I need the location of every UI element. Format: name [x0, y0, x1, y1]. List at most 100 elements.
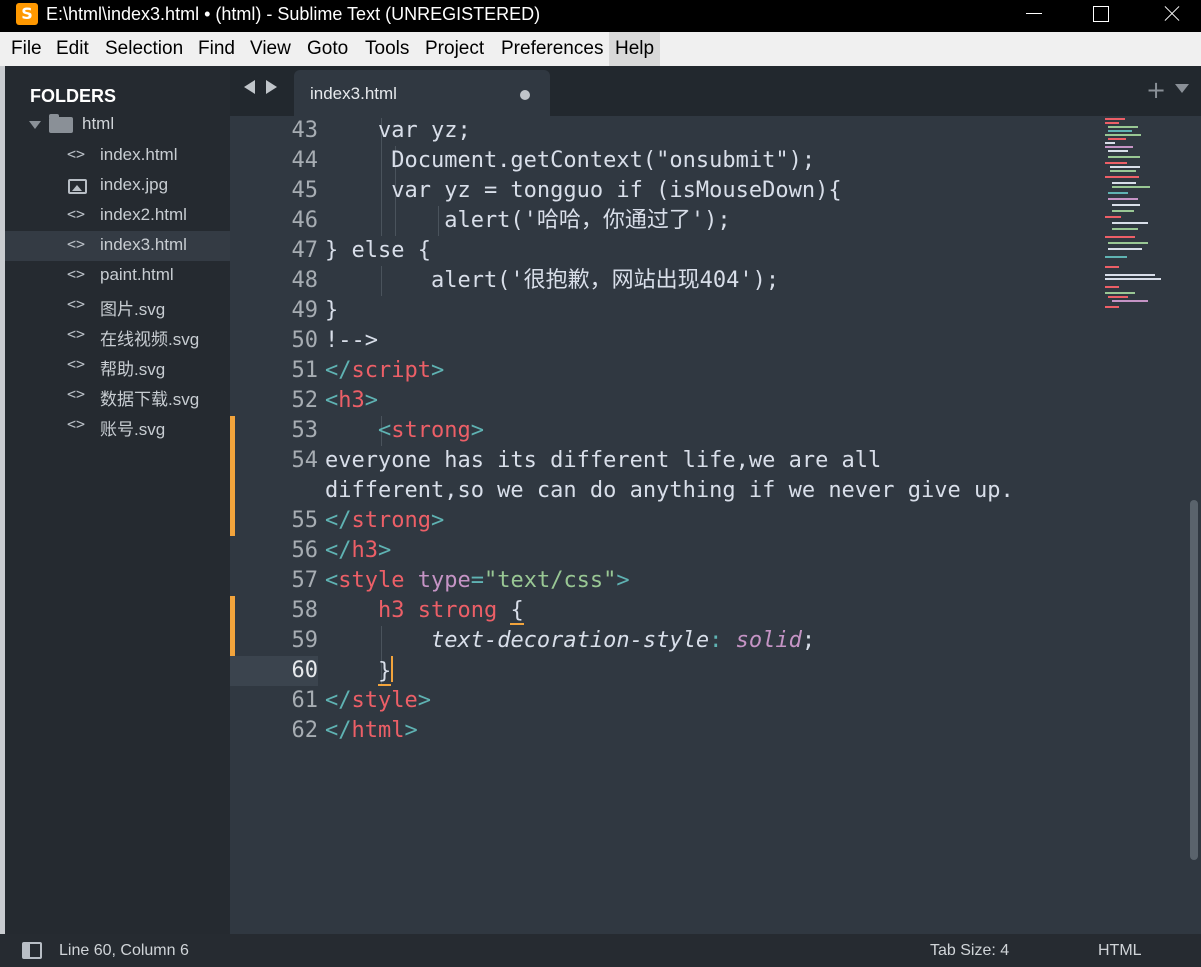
- menu-tools[interactable]: Tools: [365, 32, 409, 66]
- sidebar-file-account-svg[interactable]: <> 账号.svg: [5, 411, 230, 441]
- code-line: 58 h3 strong {: [230, 596, 1188, 626]
- text-caret: [391, 656, 394, 682]
- tab-scroll-left-icon[interactable]: [244, 80, 255, 94]
- cursor-position: Line 60, Column 6: [59, 942, 189, 959]
- sidebar-file-online-video-svg[interactable]: <> 在线视频.svg: [5, 321, 230, 351]
- vertical-scrollbar[interactable]: [1188, 116, 1201, 934]
- window-title: E:\html\index3.html • (html) - Sublime T…: [46, 4, 541, 24]
- menu-selection[interactable]: Selection: [105, 32, 183, 66]
- collapse-arrow-icon[interactable]: [29, 121, 41, 129]
- file-label: index2.html: [100, 205, 187, 224]
- folder-label: html: [82, 114, 115, 133]
- sidebar-file-index-html[interactable]: <> index.html: [5, 141, 230, 171]
- toggle-panel-icon[interactable]: [22, 942, 42, 959]
- code-text: different,so we can do anything if we ne…: [325, 478, 1014, 503]
- menu-find[interactable]: Find: [198, 32, 235, 66]
- line-number: 51: [291, 358, 319, 383]
- new-tab-plus-icon[interactable]: +: [1146, 76, 1166, 104]
- code-line: 47 } else {: [230, 236, 1188, 266]
- tab-scroll-right-icon[interactable]: [266, 80, 277, 94]
- code-text: var yz;: [325, 118, 471, 143]
- code-text: </script>: [325, 358, 445, 383]
- file-label: index3.html: [100, 235, 187, 254]
- code-line: 59 text-decoration-style: solid;: [230, 626, 1188, 656]
- code-file-icon: <>: [67, 325, 86, 343]
- code-line-current: 60 }: [230, 656, 1188, 686]
- file-label: index.jpg: [100, 175, 169, 194]
- sidebar-file-paint-html[interactable]: <> paint.html: [5, 261, 230, 291]
- code-text: <style type="text/css">: [325, 568, 630, 593]
- tab-label: index3.html: [310, 84, 397, 103]
- code-text: h3 strong {: [377, 598, 524, 625]
- line-number: 49: [291, 298, 319, 323]
- code-text: } else {: [325, 238, 431, 263]
- code-file-icon: <>: [67, 265, 86, 283]
- code-line: 45 var yz = tongguo if (isMouseDown){: [230, 176, 1188, 206]
- code-line: 61 </style>: [230, 686, 1188, 716]
- code-file-icon: <>: [67, 235, 86, 253]
- menu-view[interactable]: View: [250, 32, 291, 66]
- code-line: 43 var yz;: [230, 116, 1188, 146]
- unsaved-dot-icon[interactable]: [520, 90, 530, 100]
- code-editor[interactable]: 43 var yz; 44 Document.getContext("onsub…: [230, 116, 1188, 934]
- status-bar: Line 60, Column 6 Tab Size: 4 HTML: [0, 934, 1201, 967]
- tab-size-selector[interactable]: Tab Size: 4: [930, 942, 1009, 960]
- tab-index3-html[interactable]: index3.html: [294, 70, 550, 116]
- sublime-logo-icon: S: [16, 3, 38, 25]
- modified-line-marker: [230, 596, 235, 626]
- modified-line-marker: [230, 506, 235, 536]
- code-text: </style>: [325, 688, 431, 713]
- code-line: 44 Document.getContext("onsubmit");: [230, 146, 1188, 176]
- scrollbar-thumb[interactable]: [1190, 500, 1198, 860]
- sidebar-file-picture-svg[interactable]: <> 图片.svg: [5, 291, 230, 321]
- code-file-icon: <>: [67, 205, 86, 223]
- image-file-icon: [68, 179, 87, 194]
- code-line: 48 alert('很抱歉，网站出现404');: [230, 266, 1188, 296]
- line-number: 48: [291, 268, 319, 293]
- minimap[interactable]: [1100, 116, 1188, 316]
- menu-preferences[interactable]: Preferences: [501, 32, 603, 66]
- code-text: !-->: [325, 328, 378, 353]
- file-label: paint.html: [100, 265, 174, 284]
- folders-header: FOLDERS: [30, 86, 117, 106]
- code-text: alert('哈哈，你通过了');: [325, 208, 731, 233]
- line-number: 43: [291, 118, 319, 143]
- file-label: 账号.svg: [100, 420, 166, 439]
- close-button[interactable]: [1148, 0, 1194, 32]
- line-number: 62: [291, 718, 319, 743]
- sidebar-file-index2-html[interactable]: <> index2.html: [5, 201, 230, 231]
- minimize-button[interactable]: [1010, 0, 1056, 32]
- sidebar-file-index3-html[interactable]: <> index3.html: [5, 231, 230, 261]
- tab-bar: index3.html +: [230, 66, 1201, 116]
- menu-file[interactable]: File: [11, 32, 42, 66]
- modified-line-marker: [230, 446, 235, 476]
- line-number: 61: [291, 688, 319, 713]
- code-text: <h3>: [325, 388, 378, 413]
- code-text: everyone has its different life,we are a…: [325, 448, 882, 473]
- file-label: 图片.svg: [100, 300, 166, 319]
- code-file-icon: <>: [67, 385, 86, 403]
- menu-edit[interactable]: Edit: [56, 32, 89, 66]
- code-text: var yz = tongguo if (isMouseDown){: [325, 178, 842, 203]
- modified-line-marker: [230, 416, 235, 446]
- syntax-selector[interactable]: HTML: [1098, 942, 1142, 960]
- code-text: </h3>: [325, 538, 392, 563]
- folder-icon: [49, 114, 73, 133]
- file-label: index.html: [100, 145, 178, 164]
- line-number: 55: [291, 508, 319, 533]
- menu-project[interactable]: Project: [425, 32, 484, 66]
- maximize-button[interactable]: [1078, 0, 1124, 32]
- code-file-icon: <>: [67, 415, 86, 433]
- sidebar-file-help-svg[interactable]: <> 帮助.svg: [5, 351, 230, 381]
- code-text: alert('很抱歉，网站出现404');: [325, 268, 780, 293]
- code-text: </html>: [325, 718, 418, 743]
- sidebar-file-data-download-svg[interactable]: <> 数据下载.svg: [5, 381, 230, 411]
- code-line: 55 </strong>: [230, 506, 1188, 536]
- line-number: 52: [291, 388, 319, 413]
- tab-menu-chevron-down-icon[interactable]: [1175, 84, 1189, 93]
- line-number: 45: [291, 178, 319, 203]
- menu-help[interactable]: Help: [609, 32, 661, 66]
- sidebar-file-index-jpg[interactable]: index.jpg: [5, 171, 230, 201]
- line-number: 46: [291, 208, 319, 233]
- menu-goto[interactable]: Goto: [307, 32, 348, 66]
